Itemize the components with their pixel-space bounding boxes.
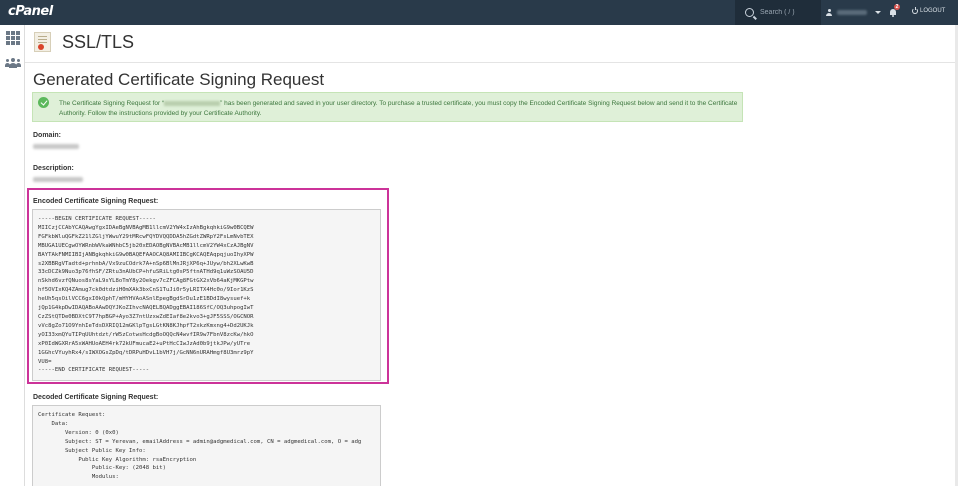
decoded-csr-label: Decoded Certificate Signing Request: [33,394,159,401]
power-icon [912,7,918,14]
decoded-line: Version: 0 (0x0) [38,429,119,436]
cpanel-logo[interactable]: cPanel [8,4,53,19]
main-content: Generated Certificate Signing Request Th… [25,63,958,486]
decoded-line: Data: [38,420,69,427]
username-redacted [837,10,867,15]
search-icon [745,8,754,17]
top-navbar: cPanel 2 LOGOUT [0,0,958,25]
search-input[interactable] [760,5,816,20]
encoded-csr-text: -----BEGIN CERTIFICATE REQUEST----- MIIC… [38,216,254,374]
alert-message: The Certificate Signing Request for “” h… [59,100,738,117]
success-alert: The Certificate Signing Request for “” h… [32,92,743,122]
logout-label: LOGOUT [920,8,946,14]
certificate-icon [34,32,51,52]
decoded-line: Public-Key: (2048 bit) [38,465,166,472]
decoded-line: Subject: ST = Yerevan, emailAddress = ad… [38,438,362,445]
page-title: SSL/TLS [62,32,135,52]
description-value-redacted [33,177,83,182]
encoded-csr-label: Encoded Certificate Signing Request: [33,198,159,205]
decoded-csr-text: Certificate Request: Data: Version: 0 (0… [32,405,381,486]
section-heading: Generated Certificate Signing Request [33,70,325,89]
user-icon [826,9,832,16]
encoded-csr-textarea[interactable]: -----BEGIN CERTIFICATE REQUEST----- MIIC… [32,209,381,381]
chevron-down-icon [875,11,881,14]
left-sidebar [0,25,25,486]
decoded-line: Modulus: [38,474,119,481]
notification-badge: 2 [894,4,900,10]
decoded-line: Subject Public Key Info: [38,447,146,454]
page-header: SSL/TLS [25,25,958,63]
users-icon[interactable] [5,58,21,68]
description-label: Description: [33,165,74,172]
domain-redacted [164,100,221,106]
domain-value-redacted [33,144,79,149]
logout-button[interactable]: LOGOUT [912,7,946,14]
search-box[interactable] [735,0,821,25]
user-menu[interactable] [826,0,881,25]
decoded-line: Public Key Algorithm: rsaEncryption [38,456,197,463]
domain-label: Domain: [33,132,61,139]
decoded-line: Certificate Request: [38,412,106,418]
check-circle-icon [38,97,49,108]
grid-icon[interactable] [6,31,20,45]
